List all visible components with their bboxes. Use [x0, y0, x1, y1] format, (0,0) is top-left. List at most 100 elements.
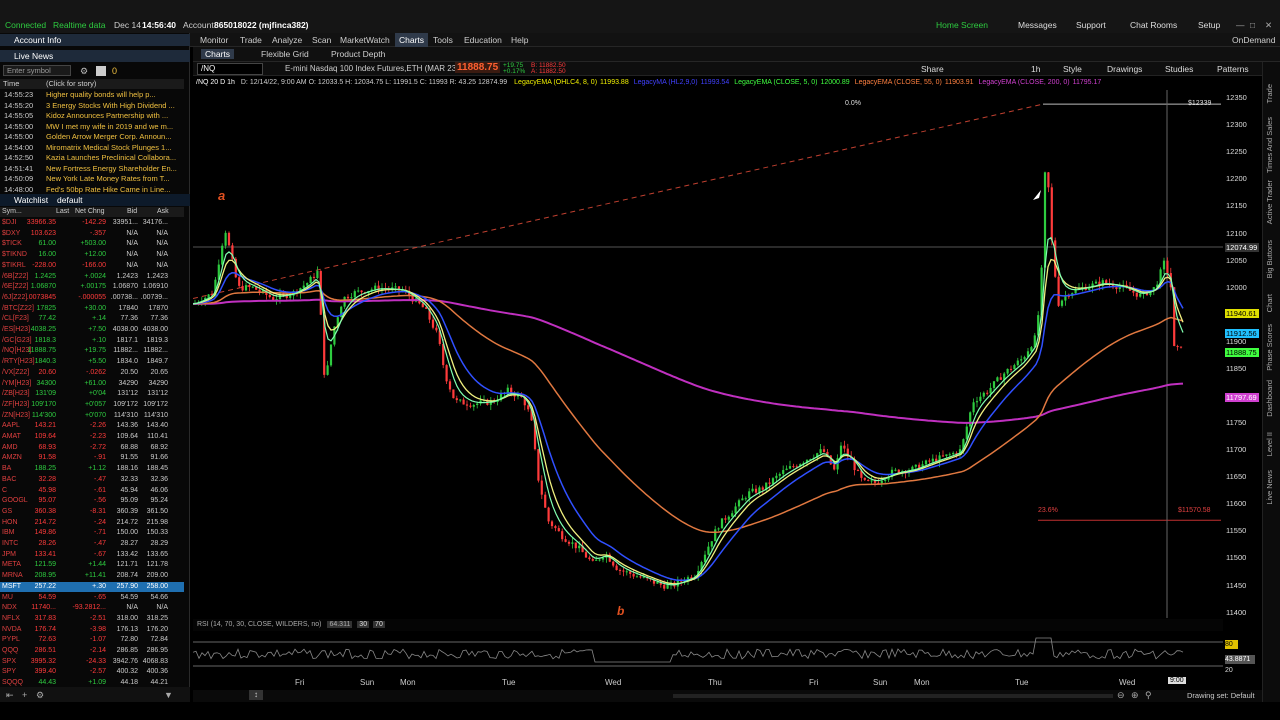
support-button[interactable]: Support: [1076, 20, 1106, 30]
news-item[interactable]: 14:52:50 Kazia Launches Preclinical Colla…: [0, 153, 184, 164]
tab-marketwatch[interactable]: MarketWatch: [340, 35, 390, 45]
messages-button[interactable]: Messages: [1018, 20, 1057, 30]
watchlist-row[interactable]: /CL[F23] 77.42 +.14 77.36 77.36: [0, 314, 184, 325]
watchlist-row[interactable]: /ZN[H23] 114'300 +0'070 114'310 114'310: [0, 411, 184, 422]
news-headline[interactable]: Miromatrix Medical Stock Plunges 1...: [46, 143, 171, 154]
rail-trade[interactable]: Trade: [1265, 84, 1274, 103]
account-info-header[interactable]: Account Info: [0, 34, 190, 46]
rsi-panel[interactable]: [193, 632, 1223, 674]
tab-help[interactable]: Help: [511, 35, 528, 45]
watchlist-row[interactable]: $TICK 61.00 +503.00 N/A N/A: [0, 239, 184, 250]
watchlist-row[interactable]: /NQ[H23] 11888.75 +19.75 11882... 11882...: [0, 346, 184, 357]
tab-monitor[interactable]: Monitor: [200, 35, 228, 45]
news-item[interactable]: 14:55:23 Higher quality bonds will help p…: [0, 90, 184, 101]
watchlist-name-select[interactable]: default: [57, 194, 83, 206]
time-axis[interactable]: Fri Sun Mon Tue Wed Thu Fri Sun Mon Tue Wed: [193, 676, 1223, 690]
tab-scan[interactable]: Scan: [312, 35, 331, 45]
rail-chart[interactable]: Chart: [1265, 294, 1274, 312]
watchlist-row[interactable]: $TIKRL -228.00 -166.00 N/A N/A: [0, 261, 184, 272]
patterns-button[interactable]: Patterns: [1217, 64, 1249, 74]
drawing-set-label[interactable]: Drawing set: Default: [1187, 691, 1255, 700]
watchlist-row[interactable]: MRNA 208.95 +11.41 208.74 209.00: [0, 571, 184, 582]
rail-live-news[interactable]: Live News: [1265, 470, 1274, 505]
watchlist-row[interactable]: /VX[Z22] 20.60 -.0262 20.50 20.65: [0, 368, 184, 379]
watchlist-row[interactable]: NFLX 317.83 -2.51 318.00 318.25: [0, 614, 184, 625]
gear-icon[interactable]: ⚙: [80, 66, 88, 77]
watchlist-row[interactable]: /ZF[H23] 109'170 +0'057 109'172 109'172: [0, 400, 184, 411]
news-item[interactable]: 14:55:05 Kidoz Announces Partnership with…: [0, 111, 184, 122]
studies-button[interactable]: Studies: [1165, 64, 1193, 74]
watchlist-row[interactable]: /YM[H23] 34300 +61.00 34290 34290: [0, 379, 184, 390]
close-icon[interactable]: ✕: [1265, 20, 1272, 31]
watchlist-row[interactable]: AMD 68.93 -2.72 68.88 68.92: [0, 443, 184, 454]
add-icon[interactable]: +: [22, 690, 27, 700]
watchlist-row[interactable]: AMZN 91.58 -.91 91.55 91.66: [0, 453, 184, 464]
expand-icon[interactable]: ↕: [249, 690, 263, 700]
wl-col-sym[interactable]: Sym...: [2, 207, 22, 217]
timeframe-button[interactable]: 1h: [1031, 64, 1040, 74]
watchlist-row[interactable]: SPY 399.40 -2.57 400.32 400.36: [0, 667, 184, 678]
chart-symbol-input[interactable]: /NQ: [197, 63, 263, 75]
drawings-button[interactable]: Drawings: [1107, 64, 1142, 74]
news-headline[interactable]: 3 Energy Stocks With High Dividend ...: [46, 101, 175, 112]
on-demand-button[interactable]: OnDemand: [1232, 35, 1275, 45]
minimize-icon[interactable]: —: [1236, 20, 1245, 30]
tab-trade[interactable]: Trade: [240, 35, 262, 45]
watchlist-row[interactable]: BAC 32.28 -.47 32.33 32.36: [0, 475, 184, 486]
maximize-icon[interactable]: □: [1250, 20, 1255, 30]
filter-icon[interactable]: [96, 66, 106, 76]
watchlist-row[interactable]: /ES[H23] 4038.25 +7.50 4038.00 4038.00: [0, 325, 184, 336]
magnifier-icon[interactable]: ⚲: [1145, 690, 1152, 701]
rsi-label[interactable]: RSI (14, 70, 30, CLOSE, WILDERS, no): [197, 621, 322, 628]
news-headline[interactable]: Higher quality bonds will help p...: [46, 90, 156, 101]
watchlist-row[interactable]: C 45.98 -.61 45.94 46.06: [0, 486, 184, 497]
watchlist-row[interactable]: NVDA 176.74 -3.98 176.13 176.20: [0, 625, 184, 636]
news-item[interactable]: 14:51:41 New Fortress Energy Shareholder …: [0, 164, 184, 175]
news-headline[interactable]: Golden Arrow Merger Corp. Announ...: [46, 132, 171, 143]
chevron-down-icon[interactable]: ▼: [164, 690, 173, 700]
price-chart[interactable]: [193, 90, 1223, 618]
wl-col-last[interactable]: Last: [56, 207, 69, 217]
watchlist-row[interactable]: /ZB[H23] 131'09 +0'04 131'12 131'12: [0, 389, 184, 400]
news-headline[interactable]: New Fortress Energy Shareholder En...: [46, 164, 177, 175]
wl-col-bid[interactable]: Bid: [127, 207, 137, 217]
zoom-out-icon[interactable]: ⊖: [1117, 690, 1125, 701]
watchlist-row[interactable]: MSFT 257.22 +.30 257.90 258.00: [0, 581, 184, 593]
zoom-in-icon[interactable]: ⊕: [1131, 690, 1139, 701]
subtab-charts[interactable]: Charts: [201, 49, 235, 59]
watchlist-row[interactable]: $TIKND 16.00 +12.00 N/A N/A: [0, 250, 184, 261]
rail-level-ii[interactable]: Level II: [1265, 432, 1274, 456]
collapse-icon[interactable]: ⇤: [6, 690, 14, 701]
price-axis[interactable]: 12350 12300 12250 12200 12150 12100 12050 12000…: [1222, 90, 1262, 620]
watchlist-row[interactable]: META 121.59 +1.44 121.71 121.78: [0, 560, 184, 571]
subtab-product-depth[interactable]: Product Depth: [331, 49, 385, 59]
tab-analyze[interactable]: Analyze: [272, 35, 302, 45]
watchlist-row[interactable]: $DXY 103.623 -.357 N/A N/A: [0, 229, 184, 240]
news-item[interactable]: 14:55:20 3 Energy Stocks With High Divide…: [0, 101, 184, 112]
watchlist-row[interactable]: IBM 149.86 -.71 150.00 150.33: [0, 528, 184, 539]
wl-col-chg[interactable]: Net Chng: [75, 207, 105, 217]
rail-big-buttons[interactable]: Big Buttons: [1265, 240, 1274, 278]
style-button[interactable]: Style: [1063, 64, 1082, 74]
watchlist-row[interactable]: AMAT 109.64 -2.23 109.64 110.41: [0, 432, 184, 443]
watchlist-row[interactable]: GOOGL 95.07 -.56 95.09 95.24: [0, 496, 184, 507]
news-item[interactable]: 14:55:00 Golden Arrow Merger Corp. Announ…: [0, 132, 184, 143]
tab-tools[interactable]: Tools: [433, 35, 453, 45]
study-label[interactable]: LegacyEMA (CLOSE, 5, 0): [734, 79, 817, 86]
rail-times-and-sales[interactable]: Times And Sales: [1265, 117, 1274, 173]
watchlist-row[interactable]: PYPL 72.63 -1.07 72.80 72.84: [0, 635, 184, 646]
news-item[interactable]: 14:54:00 Miromatrix Medical Stock Plunges…: [0, 143, 184, 154]
setup-button[interactable]: Setup: [1198, 20, 1220, 30]
watchlist-row[interactable]: $DJI 33966.35 -142.29 33951... 34176...: [0, 218, 184, 229]
share-button[interactable]: Share: [921, 64, 944, 74]
watchlist-row[interactable]: SPX 3995.32 -24.33 3942.76 4068.83: [0, 657, 184, 668]
watchlist-row[interactable]: /6J[Z22] .0073845 -.000055 .00738... .00739.…: [0, 293, 184, 304]
study-label[interactable]: LegacyEMA (CLOSE, 200, 0): [979, 79, 1070, 86]
rail-phase-scores[interactable]: Phase Scores: [1265, 324, 1274, 371]
news-headline[interactable]: Kidoz Announces Partnership with ...: [46, 111, 168, 122]
news-item[interactable]: 14:55:00 MW I met my wife in 2019 and we …: [0, 122, 184, 133]
watchlist-row[interactable]: BA 188.25 +1.12 188.16 188.45: [0, 464, 184, 475]
watchlist-row[interactable]: MU 54.59 -.65 54.59 54.66: [0, 593, 184, 604]
study-label[interactable]: LegacyEMA (CLOSE, 55, 0): [855, 79, 942, 86]
news-item[interactable]: 14:50:09 New York Late Money Rates from T…: [0, 174, 184, 185]
